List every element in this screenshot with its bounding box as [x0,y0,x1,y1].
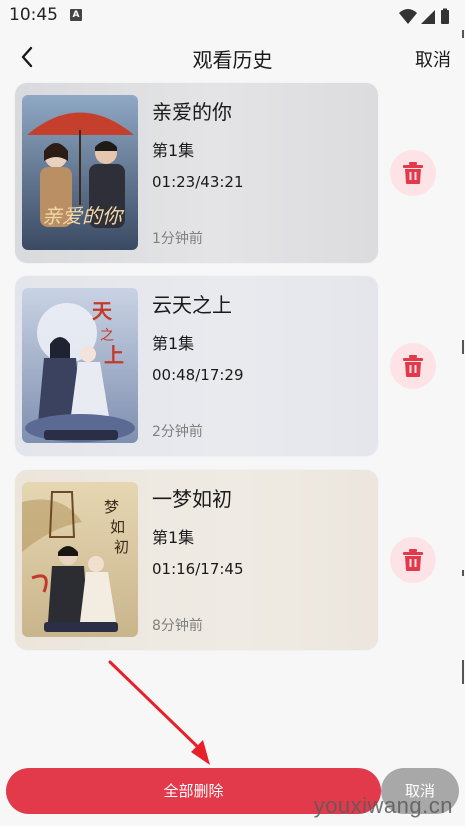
episode-label: 第1集 [152,334,195,353]
svg-text:亲爱的你: 亲爱的你 [42,204,125,228]
wifi-icon [399,9,417,24]
svg-text:之: 之 [100,328,114,344]
svg-text:初: 初 [114,538,129,556]
delete-button[interactable] [390,150,436,196]
svg-text:天: 天 [92,299,113,323]
delete-button[interactable] [390,537,436,583]
trash-icon [403,162,423,184]
status-bar: 10:45 A [0,0,465,34]
battery-icon [441,10,449,24]
watch-progress: 00:48/17:29 [152,366,244,384]
history-item[interactable]: 梦 如 初 一梦如初 第1集 01:16/17:45 8分钟前 [15,470,378,650]
episode-label: 第1集 [152,141,195,160]
poster-image: 天 之 上 [22,288,138,443]
svg-text:如: 如 [110,518,125,536]
history-item[interactable]: 天 之 上 云天之上 第1集 00:48/17:29 2分钟前 [15,276,378,456]
watched-time-ago: 1分钟前 [152,231,203,247]
episode-label: 第1集 [152,528,195,547]
svg-text:梦: 梦 [104,498,119,516]
poster-image: 梦 如 初 [22,482,138,637]
history-item[interactable]: 亲爱的你 亲爱的你 第1集 01:23/43:21 1分钟前 [15,83,378,263]
watch-progress: 01:23/43:21 [152,173,244,191]
drama-title: 一梦如初 [152,487,232,511]
cellular-signal-icon [421,10,435,24]
page-title: 观看历史 [192,48,273,72]
trash-icon [403,549,423,571]
drama-title: 亲爱的你 [152,100,232,124]
poster-image: 亲爱的你 [22,95,138,250]
delete-button[interactable] [390,343,436,389]
scroll-edge [461,0,465,826]
watermark: youxiwang.cn [313,793,453,818]
notification-icon: A [70,9,82,21]
svg-text:上: 上 [104,343,124,367]
drama-title: 云天之上 [152,293,232,317]
watch-progress: 01:16/17:45 [152,560,244,578]
cancel-button[interactable]: 取消 [415,46,451,72]
status-time: 10:45 [9,5,58,25]
watched-time-ago: 8分钟前 [152,618,203,634]
signal-battery-icons [399,8,449,24]
watched-time-ago: 2分钟前 [152,424,203,440]
header: 观看历史 取消 [0,34,465,80]
trash-icon [403,355,423,377]
